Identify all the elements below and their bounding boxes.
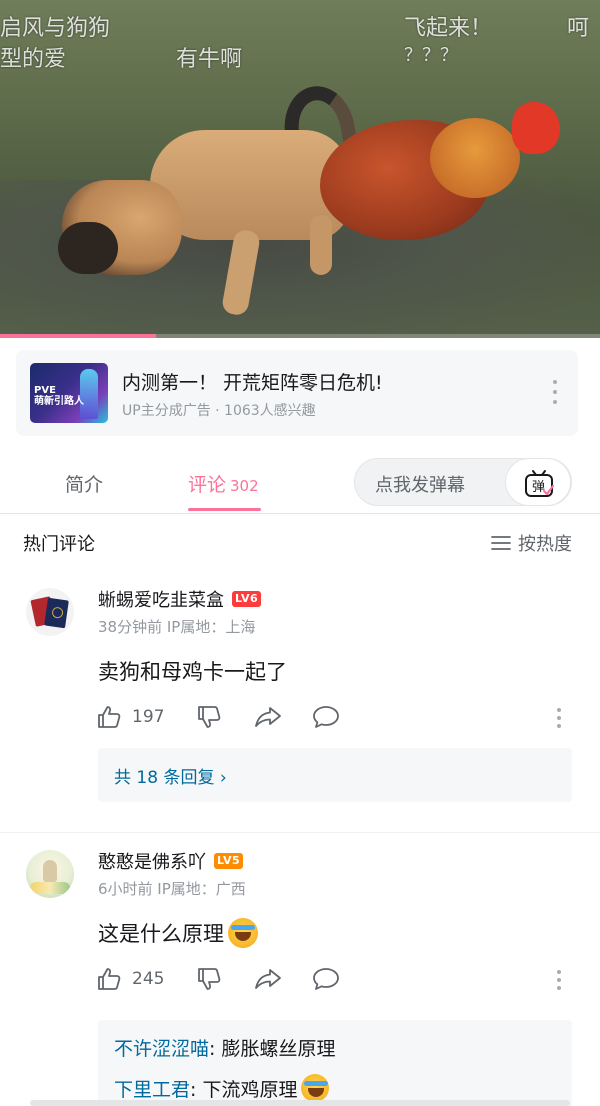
danmaku-button-glyph: 弹	[532, 480, 545, 495]
like-button[interactable]: 245	[96, 966, 164, 992]
rooster-neck	[430, 118, 520, 198]
tab-comments-count: 302	[230, 477, 259, 495]
avatar-flowers	[30, 882, 70, 894]
like-button[interactable]: 197	[96, 704, 164, 730]
comment-text: 这是什么原理	[98, 918, 258, 948]
divider	[0, 832, 600, 833]
avatar-figure	[43, 860, 57, 882]
video-player[interactable]: 启风与狗狗 型的爱 有牛啊 飞起来！ ？？？ 呵	[0, 0, 600, 338]
dislike-button[interactable]	[196, 704, 222, 730]
ad-thumbnail-text-line: 萌新引路人	[34, 396, 84, 407]
reply-preview[interactable]: 共 18 条回复 ›	[98, 748, 572, 802]
avatar[interactable]	[26, 588, 74, 636]
comment-item: 憨憨是佛系吖 LV5 6小时前 IP属地：广西 这是什么原理 245 不许涩涩喵…	[0, 838, 600, 1106]
dog-leg	[310, 215, 332, 275]
more-vertical-icon[interactable]	[556, 970, 562, 990]
more-vertical-icon[interactable]	[552, 380, 558, 404]
like-count: 197	[132, 707, 165, 727]
danmaku-input[interactable]: 点我发弹幕 弹	[354, 458, 572, 506]
share-button[interactable]	[254, 966, 282, 992]
comment-username[interactable]: 憨憨是佛系吖 LV5	[98, 848, 244, 874]
comment-username-text: 蜥蜴爱吃韭菜盒	[98, 590, 224, 611]
reply-button[interactable]	[312, 704, 340, 730]
danmaku-comment: ？？？	[404, 45, 458, 66]
ad-subtitle: UP主分成广告 · 1063人感兴趣	[122, 403, 316, 419]
ad-title: 内测第一！ 开荒矩阵零日危机!	[122, 372, 383, 394]
comment-actions: 245	[96, 966, 576, 994]
video-progress-fill	[0, 334, 156, 338]
rooster-comb	[512, 102, 560, 154]
level-badge: LV5	[214, 853, 244, 869]
home-indicator	[30, 1100, 570, 1106]
reply-item[interactable]: 下里工君 : 下流鸡原理	[114, 1074, 330, 1102]
avatar[interactable]	[26, 850, 74, 898]
danmaku-input-placeholder: 点我发弹幕	[375, 475, 465, 496]
ad-thumbnail-text: PVE 萌新引路人	[34, 385, 84, 407]
list-icon	[491, 536, 511, 550]
share-icon	[255, 969, 281, 989]
danmaku-comment: 呵	[567, 16, 590, 41]
thumb-up-icon	[98, 968, 121, 990]
level-badge: LV6	[232, 591, 262, 607]
hot-comments-title: 热门评论	[23, 534, 95, 555]
reply-text: : 下流鸡原理	[190, 1078, 298, 1101]
tab-comments[interactable]: 评论 302	[188, 470, 259, 497]
tv-danmaku-icon: 弹	[525, 470, 555, 497]
danmaku-comment: 型的爱	[0, 47, 67, 72]
thumb-down-icon	[198, 706, 221, 728]
reply-bubble-icon	[313, 706, 339, 728]
reply-preview[interactable]: 不许涩涩喵 : 膨胀螺丝原理 下里工君 : 下流鸡原理	[98, 1020, 572, 1106]
more-vertical-icon[interactable]	[556, 708, 562, 728]
video-progress-bar[interactable]	[0, 334, 600, 338]
share-button[interactable]	[254, 704, 282, 730]
ad-thumbnail: PVE 萌新引路人	[30, 363, 108, 423]
ad-thumbnail-text-line: PVE	[34, 385, 56, 396]
like-count: 245	[132, 969, 165, 989]
thumb-up-icon	[98, 706, 121, 728]
comment-username-text: 憨憨是佛系吖	[98, 852, 206, 873]
ad-card[interactable]: PVE 萌新引路人 内测第一！ 开荒矩阵零日危机! UP主分成广告 · 1063…	[16, 350, 578, 436]
reply-text: : 膨胀螺丝原理	[209, 1038, 336, 1060]
reply-button[interactable]	[312, 966, 340, 992]
tab-bar: 简介 评论 302 点我发弹幕 弹	[0, 450, 600, 514]
danmaku-comment: 飞起来！	[404, 16, 493, 41]
comment-username[interactable]: 蜥蜴爱吃韭菜盒 LV6	[98, 586, 262, 612]
comment-actions: 197	[96, 704, 576, 732]
tab-intro[interactable]: 简介	[65, 470, 103, 497]
sort-button[interactable]: 按热度	[491, 530, 572, 556]
share-icon	[255, 707, 281, 727]
tab-comments-label: 评论	[188, 474, 227, 496]
danmaku-toggle-button[interactable]: 弹	[505, 458, 571, 506]
comment-item: 蜥蜴爱吃韭菜盒 LV6 38分钟前 IP属地：上海 卖狗和母鸡卡一起了 197	[0, 576, 600, 830]
view-replies-link[interactable]: 共 18 条回复 ›	[114, 763, 227, 788]
danmaku-comment: 有牛啊	[176, 47, 243, 72]
comment-meta: 38分钟前 IP属地：上海	[98, 618, 256, 636]
comment-text: 卖狗和母鸡卡一起了	[98, 656, 287, 686]
comment-text-content: 这是什么原理	[98, 922, 224, 946]
reply-bubble-icon	[313, 968, 339, 990]
dislike-button[interactable]	[196, 966, 222, 992]
avatar-passport-blue	[44, 597, 69, 629]
thumb-down-icon	[198, 968, 221, 990]
reply-username[interactable]: 不许涩涩喵	[114, 1034, 209, 1061]
reply-username[interactable]: 下里工君	[114, 1075, 190, 1102]
laughing-crying-emoji-icon	[301, 1074, 330, 1102]
dog-snout	[58, 222, 118, 274]
laughing-crying-emoji-icon	[228, 918, 258, 948]
sort-label: 按热度	[518, 534, 572, 555]
active-tab-indicator	[188, 508, 261, 511]
comment-meta: 6小时前 IP属地：广西	[98, 880, 246, 898]
danmaku-comment: 启风与狗狗	[0, 16, 111, 41]
comment-text-content: 卖狗和母鸡卡一起了	[98, 660, 287, 684]
reply-item[interactable]: 不许涩涩喵 : 膨胀螺丝原理	[114, 1034, 335, 1061]
